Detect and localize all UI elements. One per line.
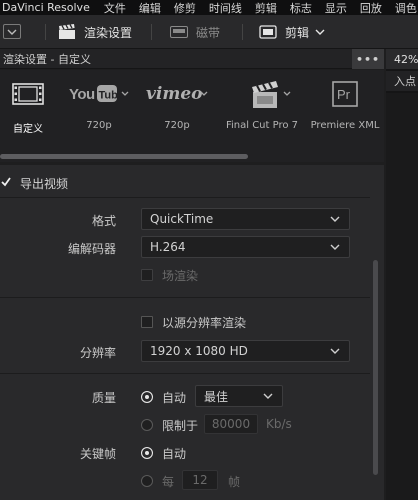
menu-mark[interactable]: 标志 (290, 0, 312, 15)
app-name: DaVinci Resolve (2, 1, 90, 14)
clips-button[interactable]: 剪辑 (259, 15, 325, 49)
codec-dropdown[interactable]: H.264 (141, 236, 350, 258)
toolbar-dropdown-toggle[interactable] (3, 24, 21, 39)
menu-bar: DaVinci Resolve 文件 编辑 修剪 时间线 剪辑 标志 显示 回放… (0, 0, 418, 15)
vimeo-logo-icon: vimeo (146, 84, 208, 104)
every-label: 每 (162, 475, 175, 489)
menu-color[interactable]: 调色 (395, 0, 417, 15)
chevron-down-icon (263, 393, 273, 399)
limit-label: 限制于 (162, 419, 199, 433)
in-point-label: 入点 (386, 71, 418, 91)
bitrate-limit-input[interactable]: 80000 (204, 414, 258, 434)
quality-dropdown[interactable]: 最佳 (195, 385, 283, 407)
toolbar: 渲染设置 磁带 剪辑 (0, 15, 418, 49)
more-options-button[interactable]: ••• (352, 49, 384, 69)
menu-file[interactable]: 文件 (104, 0, 126, 15)
svg-text:Tube: Tube (99, 90, 124, 102)
premiere-logo-icon: Pr (332, 81, 358, 107)
quality-auto-radio[interactable] (141, 391, 153, 403)
toolbar-separator (242, 24, 243, 40)
resolution-value: 1920 x 1080 HD (150, 344, 248, 358)
keyframe-auto-label: 自动 (162, 447, 187, 461)
render-settings-panel-header: 渲染设置 - 自定义 ••• (0, 49, 384, 69)
keyframe-auto-radio[interactable] (141, 447, 153, 459)
chevron-down-icon (315, 29, 325, 35)
resolution-dropdown[interactable]: 1920 x 1080 HD (141, 340, 350, 362)
preset-vimeo[interactable]: vimeo 720p (144, 70, 210, 150)
preset-caption: Premiere XML (310, 120, 380, 131)
chevron-down-icon (7, 29, 17, 35)
source-resolution-label: 以源分辨率渲染 (162, 316, 247, 330)
quality-label: 质量 (91, 391, 116, 405)
clapperboard-icon (59, 24, 75, 39)
bitrate-unit: Kb/s (266, 417, 292, 431)
toolbar-separator (151, 24, 152, 40)
timeline-area (386, 93, 418, 500)
format-value: QuickTime (150, 212, 214, 226)
preset-premiere-xml[interactable]: Pr Premiere XML (310, 70, 380, 150)
clips-label: 剪辑 (285, 25, 310, 40)
export-video-checkbox[interactable] (0, 176, 12, 188)
preset-custom[interactable]: 自定义 (6, 70, 50, 150)
menu-view[interactable]: 显示 (325, 0, 347, 15)
quality-auto-label: 自动 (162, 391, 187, 405)
viewer-side-strip: 42% 入点 (386, 49, 418, 500)
presets-scrollbar[interactable] (0, 154, 248, 159)
chevron-down-icon (330, 348, 340, 354)
svg-text:You: You (69, 86, 95, 103)
keyframe-label: 关键帧 (79, 447, 116, 461)
frames-label: 帧 (228, 475, 241, 489)
tape-icon (170, 26, 188, 38)
keyframe-interval-input[interactable]: 12 (182, 470, 218, 490)
preset-caption: 自定义 (13, 124, 43, 135)
preset-youtube[interactable]: You Tube 720p (68, 70, 130, 150)
source-resolution-checkbox[interactable] (141, 316, 153, 328)
tape-button[interactable]: 磁带 (170, 15, 220, 49)
render-settings-button[interactable]: 渲染设置 (58, 15, 132, 49)
codec-label: 编解码器 (67, 242, 116, 256)
format-dropdown[interactable]: QuickTime (141, 208, 350, 230)
render-settings-label: 渲染设置 (84, 25, 133, 40)
preset-caption: 720p (86, 120, 112, 131)
tape-label: 磁带 (196, 25, 221, 40)
svg-text:vimeo: vimeo (146, 84, 202, 104)
preset-final-cut-pro-7[interactable]: Final Cut Pro 7 (218, 70, 306, 150)
menu-trim[interactable]: 修剪 (174, 0, 196, 15)
section-divider (0, 373, 370, 374)
section-divider (0, 297, 370, 298)
settings-scrollbar[interactable] (373, 260, 378, 475)
chevron-down-icon (330, 244, 340, 250)
preset-caption: Final Cut Pro 7 (225, 120, 299, 131)
render-presets: 自定义 You Tube 720p vimeo 720p Final Cut P… (0, 70, 384, 162)
video-settings: 导出视频 格式 QuickTime 编解码器 H.264 场渲染 以源分辨率渲染… (0, 165, 384, 500)
quality-limit-radio[interactable] (141, 419, 153, 431)
quality-value: 最佳 (204, 389, 229, 404)
toolbar-separator (45, 24, 46, 40)
keyframe-every-radio[interactable] (141, 475, 153, 487)
codec-value: H.264 (150, 240, 186, 254)
menu-edit[interactable]: 编辑 (139, 0, 161, 15)
zoom-level[interactable]: 42% (386, 49, 418, 69)
format-label: 格式 (91, 214, 116, 228)
clips-icon (259, 25, 277, 39)
final-cut-clapper-icon (252, 81, 291, 108)
menu-timeline[interactable]: 时间线 (209, 0, 242, 15)
export-video-label: 导出视频 (20, 177, 69, 191)
menu-clip[interactable]: 剪辑 (255, 0, 277, 15)
field-render-checkbox[interactable] (141, 269, 153, 281)
section-divider (0, 197, 370, 198)
checkmark-icon (1, 177, 11, 187)
resolution-label: 分辨率 (79, 346, 116, 360)
panel-title: 渲染设置 - 自定义 (3, 52, 91, 66)
svg-text:Pr: Pr (337, 87, 351, 102)
preset-caption: 720p (164, 120, 190, 131)
menu-playback[interactable]: 回放 (360, 0, 382, 15)
chevron-down-icon (330, 216, 340, 222)
field-render-label: 场渲染 (162, 269, 199, 283)
film-strip-icon (12, 83, 44, 105)
youtube-logo-icon: You Tube (69, 85, 129, 103)
